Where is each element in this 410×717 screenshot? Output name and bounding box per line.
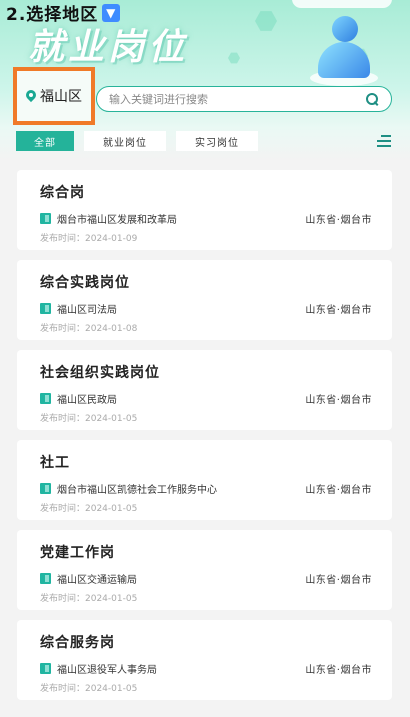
job-card[interactable]: 社工 烟台市福山区凯德社会工作服务中心 山东省·烟台市 发布时间：2024-01…	[17, 440, 392, 520]
district-label: 福山区	[40, 89, 82, 105]
organization-icon	[40, 213, 51, 224]
job-card[interactable]: 党建工作岗 福山区交通运输局 山东省·烟台市 发布时间：2024-01-05	[17, 530, 392, 610]
person-illustration-icon	[302, 12, 382, 92]
job-date: 发布时间：2024-01-05	[40, 594, 138, 604]
job-organization: 福山区民政局	[57, 395, 117, 406]
organization-icon	[40, 303, 51, 314]
job-title: 综合实践岗位	[40, 275, 130, 291]
job-card[interactable]: 综合服务岗 福山区退役军人事务局 山东省·烟台市 发布时间：2024-01-05	[17, 620, 392, 700]
filter-menu-icon[interactable]	[377, 135, 391, 147]
job-card[interactable]: 综合岗 烟台市福山区发展和改革局 山东省·烟台市 发布时间：2024-01-09	[17, 170, 392, 250]
organization-icon	[40, 663, 51, 674]
job-title: 综合服务岗	[40, 635, 115, 651]
tab-internship-positions[interactable]: 实习岗位	[176, 131, 258, 151]
job-organization: 福山区司法局	[57, 305, 117, 316]
job-date: 发布时间：2024-01-05	[40, 504, 138, 514]
job-location: 山东省·烟台市	[305, 215, 372, 226]
search-icon[interactable]	[365, 92, 379, 106]
job-location: 山东省·烟台市	[305, 485, 372, 496]
hexagon-decoration	[255, 11, 277, 31]
hexagon-decoration	[228, 52, 240, 64]
job-organization: 烟台市福山区发展和改革局	[57, 215, 177, 226]
search-input[interactable]	[109, 92, 365, 106]
category-tabs: 全部 就业岗位 实习岗位	[16, 131, 258, 151]
job-location: 山东省·烟台市	[305, 395, 372, 406]
top-pill	[292, 0, 392, 8]
job-title: 社工	[40, 455, 70, 471]
job-date: 发布时间：2024-01-08	[40, 324, 138, 334]
organization-icon	[40, 393, 51, 404]
job-card[interactable]: 综合实践岗位 福山区司法局 山东省·烟台市 发布时间：2024-01-08	[17, 260, 392, 340]
job-organization: 烟台市福山区凯德社会工作服务中心	[57, 485, 217, 496]
search-bar[interactable]	[96, 86, 392, 112]
district-selector[interactable]: 福山区	[13, 67, 95, 125]
job-location: 山东省·烟台市	[305, 305, 372, 316]
job-location: 山东省·烟台市	[305, 575, 372, 586]
organization-icon	[40, 573, 51, 584]
job-date: 发布时间：2024-01-05	[40, 414, 138, 424]
job-card[interactable]: 社会组织实践岗位 福山区民政局 山东省·烟台市 发布时间：2024-01-05	[17, 350, 392, 430]
job-organization: 福山区退役军人事务局	[57, 665, 157, 676]
location-pin-icon	[26, 90, 36, 103]
job-title: 党建工作岗	[40, 545, 115, 561]
tab-employment-positions[interactable]: 就业岗位	[84, 131, 166, 151]
tab-all[interactable]: 全部	[16, 131, 74, 151]
job-title: 社会组织实践岗位	[40, 365, 160, 381]
job-date: 发布时间：2024-01-05	[40, 684, 138, 694]
job-organization: 福山区交通运输局	[57, 575, 137, 586]
page-title: 就业岗位	[28, 27, 189, 68]
job-title: 综合岗	[40, 185, 85, 201]
job-list: 综合岗 烟台市福山区发展和改革局 山东省·烟台市 发布时间：2024-01-09…	[17, 170, 392, 710]
job-location: 山东省·烟台市	[305, 665, 372, 676]
organization-icon	[40, 483, 51, 494]
job-date: 发布时间：2024-01-09	[40, 234, 138, 244]
